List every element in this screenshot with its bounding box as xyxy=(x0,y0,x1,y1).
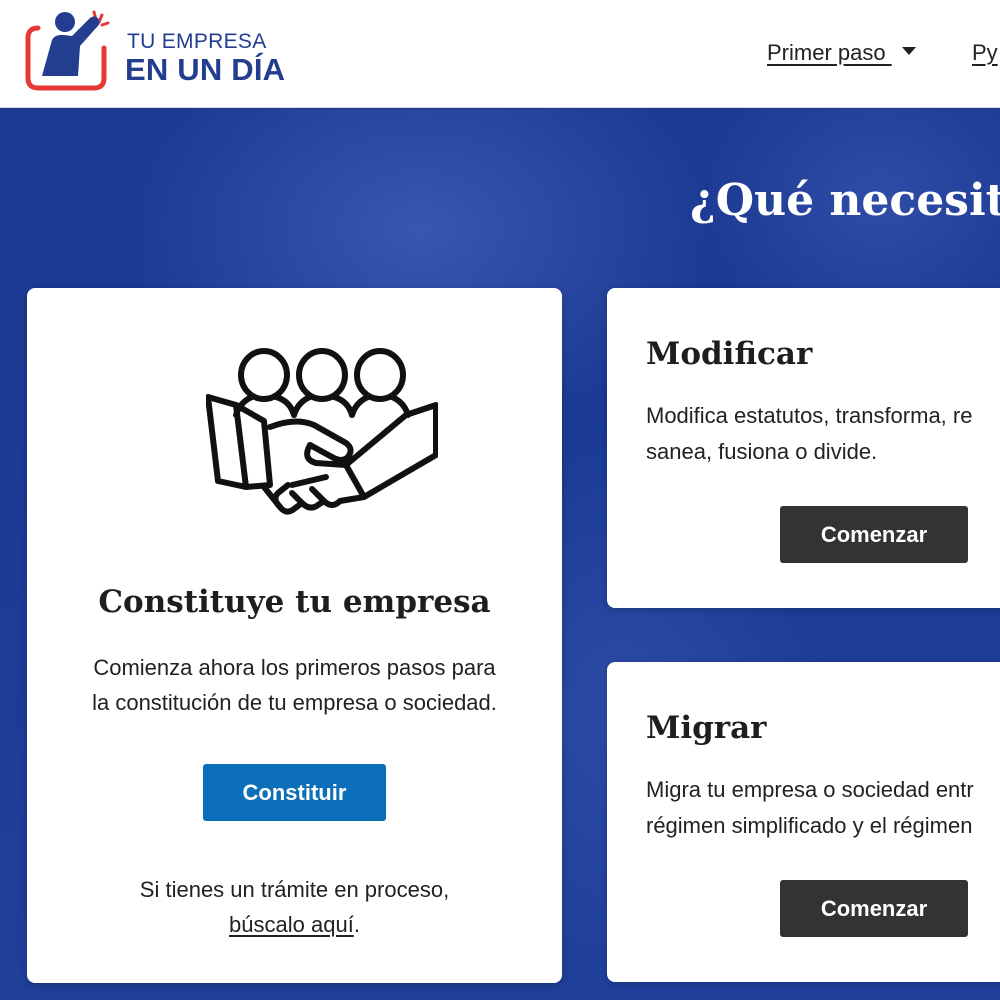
site-logo[interactable]: TU EMPRESA EN UN DÍA xyxy=(0,0,330,107)
card-constituye: Constituye tu empresa Comienza ahora los… xyxy=(27,288,562,983)
nav-primer-paso[interactable]: Primer paso xyxy=(767,40,916,66)
migrar-comenzar-button[interactable]: Comenzar xyxy=(780,880,968,937)
logo-text-line1: TU EMPRESA xyxy=(127,30,267,53)
constituir-button[interactable]: Constituir xyxy=(203,764,386,821)
caret-down-icon xyxy=(901,47,916,56)
card-modificar-desc-line2: sanea, fusiona o divide. xyxy=(646,439,878,464)
handshake-group-icon xyxy=(206,348,438,515)
card-constituye-note: Si tienes un trámite en proceso, búscalo… xyxy=(27,872,562,942)
logo-text-line2: EN UN DÍA xyxy=(125,52,286,87)
card-constituye-title: Constituye tu empresa xyxy=(98,584,491,620)
card-migrar: Migrar Migra tu empresa o sociedad entr … xyxy=(607,662,1000,982)
nav-pymes[interactable]: Py xyxy=(972,40,998,66)
site-header: TU EMPRESA EN UN DÍA Primer paso Py xyxy=(0,0,1000,108)
nav-primer-paso-label: Primer paso xyxy=(767,40,892,65)
buscalo-aqui-link[interactable]: búscalo aquí xyxy=(229,912,354,937)
card-migrar-title: Migrar xyxy=(646,710,767,746)
card-migrar-desc-line1: Migra tu empresa o sociedad entr xyxy=(646,777,974,802)
card-modificar: Modificar Modifica estatutos, transforma… xyxy=(607,288,1000,608)
card-migrar-desc-line2: régimen simplificado y el régimen xyxy=(646,813,973,838)
card-constituye-desc-line1: Comienza ahora los primeros pasos para xyxy=(93,655,496,680)
card-modificar-description: Modifica estatutos, transforma, re sanea… xyxy=(646,398,1000,470)
card-constituye-description: Comienza ahora los primeros pasos para l… xyxy=(57,650,532,720)
card-constituye-desc-line2: la constitución de tu empresa o sociedad… xyxy=(92,690,497,715)
card-migrar-description: Migra tu empresa o sociedad entr régimen… xyxy=(646,772,1000,844)
card-constituye-note-end: . xyxy=(353,912,360,937)
modificar-comenzar-button[interactable]: Comenzar xyxy=(780,506,968,563)
card-modificar-title: Modificar xyxy=(646,336,813,372)
card-modificar-desc-line1: Modifica estatutos, transforma, re xyxy=(646,403,973,428)
card-constituye-note-line1: Si tienes un trámite en proceso, xyxy=(139,877,450,902)
hero-title: ¿Qué necesita xyxy=(690,175,1000,226)
